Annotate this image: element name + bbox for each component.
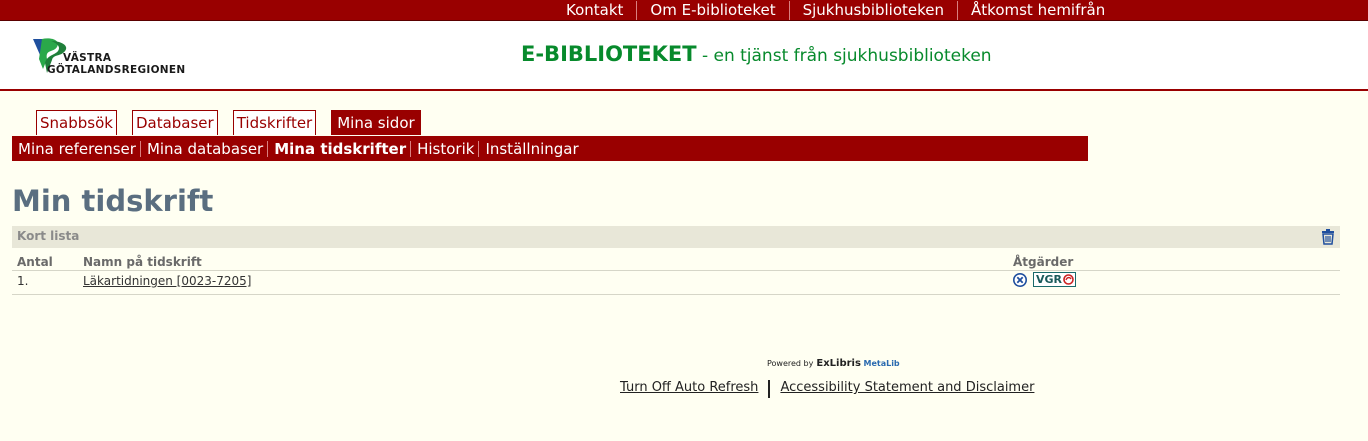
footer-links: Turn Off Auto Refresh Accessibility Stat… [620, 380, 1034, 398]
sub-nav: Mina referenser Mina databaser Mina tids… [12, 136, 1088, 161]
powered-by: Powered by ExLibris MetaLib [767, 358, 900, 369]
top-bar: Kontakt Om E-biblioteket Sjukhusbibliote… [0, 0, 1368, 21]
top-nav: Kontakt Om E-biblioteket Sjukhusbibliote… [553, 1, 1118, 20]
exlibris-logo: ExLibris [816, 358, 861, 369]
brand-main: E-BIBLIOTEKET [521, 42, 697, 66]
header-atgarder: Åtgärder [1013, 255, 1074, 269]
brand-title: E-BIBLIOTEKET - en tjänst från sjukhusbi… [521, 42, 992, 66]
tab-snabbsok[interactable]: Snabbsök [36, 110, 117, 135]
top-link-sjukhusbiblioteken[interactable]: Sjukhusbiblioteken [788, 1, 957, 20]
footer-separator [768, 380, 771, 398]
subnav-installningar[interactable]: Inställningar [478, 140, 582, 157]
powered-label: Powered by [767, 359, 814, 368]
page-title: Min tidskrift [12, 184, 214, 218]
vgr-link-icon [1063, 274, 1074, 285]
header-antal: Antal [17, 255, 53, 269]
row-number: 1. [17, 274, 29, 288]
table-row: 1. Läkartidningen [0023-7205] VGR [12, 271, 1340, 295]
section-bar: Kort lista [12, 226, 1340, 248]
turn-off-auto-refresh-link[interactable]: Turn Off Auto Refresh [620, 380, 758, 398]
trash-icon[interactable] [1321, 229, 1335, 245]
subnav-mina-tidskrifter[interactable]: Mina tidskrifter [267, 140, 410, 157]
top-link-kontakt[interactable]: Kontakt [553, 1, 636, 20]
journal-link[interactable]: Läkartidningen [0023-7205] [83, 274, 251, 288]
section-label: Kort lista [17, 229, 80, 243]
top-link-atkomst-hemifran[interactable]: Åtkomst hemifrån [957, 1, 1118, 20]
subnav-historik[interactable]: Historik [410, 140, 478, 157]
tab-databaser[interactable]: Databaser [131, 110, 218, 135]
tab-tidskrifter[interactable]: Tidskrifter [232, 110, 317, 135]
brand-subtitle: - en tjänst från sjukhusbiblioteken [696, 46, 992, 66]
row-actions: VGR [1013, 272, 1077, 287]
accessibility-statement-link[interactable]: Accessibility Statement and Disclaimer [780, 380, 1034, 398]
remove-icon[interactable] [1013, 272, 1027, 287]
logo-line-1: VÄSTRA [63, 52, 112, 64]
tab-mina-sidor[interactable]: Mina sidor [331, 110, 421, 135]
logo-line-2: GÖTALANDSREGIONEN [47, 64, 186, 76]
main-tabs: Snabbsök Databaser Tidskrifter Mina sido… [36, 110, 436, 136]
table-header: Antal Namn på tidskrift Åtgärder [12, 254, 1340, 271]
header-namn: Namn på tidskrift [83, 255, 202, 269]
metalib-logo: MetaLib [863, 359, 900, 368]
top-link-om-e-biblioteket[interactable]: Om E-biblioteket [636, 1, 788, 20]
vgr-button[interactable]: VGR [1033, 272, 1077, 287]
subnav-mina-databaser[interactable]: Mina databaser [139, 140, 267, 157]
logo-text: VÄSTRA GÖTALANDSREGIONEN [47, 52, 185, 76]
vgr-label: VGR [1036, 273, 1063, 286]
subnav-mina-referenser[interactable]: Mina referenser [12, 141, 140, 157]
header: VÄSTRA GÖTALANDSREGIONEN E-BIBLIOTEKET -… [0, 21, 1368, 91]
